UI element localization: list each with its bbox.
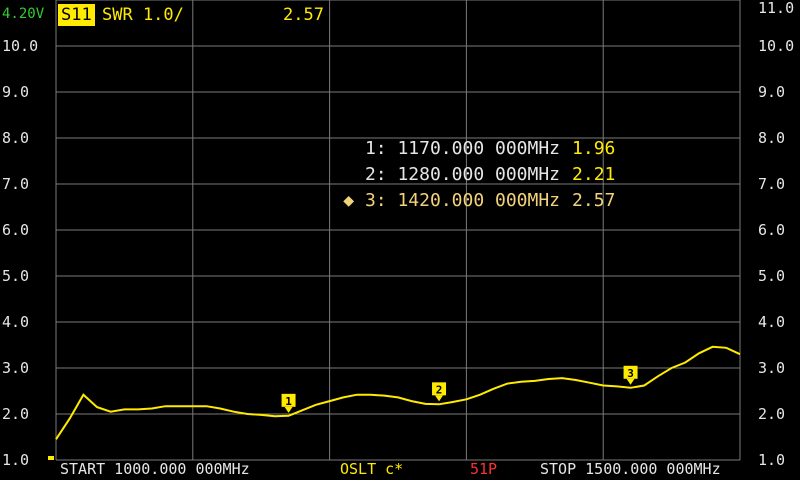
y-tick-left: 2.0: [2, 405, 30, 423]
swr-plot: 1 2 3: [48, 0, 741, 461]
marker-row[interactable]: 2: 1280.000 000MHz 2.21: [240, 142, 615, 185]
y-tick-right: 2.0: [758, 405, 786, 423]
reference-level-marker: [48, 456, 54, 460]
y-tick-right: 8.0: [758, 129, 786, 147]
y-tick-left: 8.0: [2, 129, 30, 147]
y-tick-left: 10.0: [2, 37, 39, 55]
trace-format-label: SWR 1.0/: [102, 5, 184, 25]
sweep-points: 51P: [470, 460, 498, 478]
trace-marker-2[interactable]: 2: [432, 382, 447, 402]
marker-frequency: ◆ 3: 1420.000 000MHz: [343, 190, 561, 211]
marker-row-active[interactable]: ◆ 3: 1420.000 000MHz 2.57: [240, 168, 615, 211]
y-tick-left: 6.0: [2, 221, 30, 239]
y-tick-left: 4.0: [2, 313, 30, 331]
y-tick-left: 7.0: [2, 175, 30, 193]
y-tick-right: 7.0: [758, 175, 786, 193]
y-tick-right: 4.0: [758, 313, 786, 331]
marker-number: 2: [436, 383, 443, 396]
y-tick-right: 11.0: [758, 0, 795, 17]
vna-screen: 1 2 3 4.20V S11 SWR 1.0/ 2.57 10.0 9.0 8.0…: [0, 0, 800, 480]
y-tick-right: 3.0: [758, 359, 786, 377]
y-tick-right: 10.0: [758, 37, 795, 55]
calibration-status: OSLT c*: [340, 460, 404, 478]
trace-marker-3[interactable]: 3: [623, 365, 638, 385]
y-tick-left: 5.0: [2, 267, 30, 285]
y-tick-right: 5.0: [758, 267, 786, 285]
y-tick-right: 9.0: [758, 83, 786, 101]
marker-row[interactable]: 1: 1170.000 000MHz 1.96: [240, 116, 615, 159]
y-tick-right: 1.0: [758, 451, 786, 469]
trace-marker-1[interactable]: 1: [281, 393, 296, 413]
marker-number: 1: [285, 395, 292, 408]
swr-trace-line: [55, 345, 741, 440]
y-tick-left: 9.0: [2, 83, 30, 101]
y-tick-left: 1.0: [2, 451, 30, 469]
trace-current-value: 2.57: [283, 5, 324, 25]
start-frequency[interactable]: START 1000.000 000MHz: [60, 461, 250, 477]
marker-number: 3: [627, 367, 634, 380]
marker-swr-value: 2.57: [572, 190, 616, 211]
y-tick-left: 3.0: [2, 359, 30, 377]
stop-frequency[interactable]: STOP 1500.000 000MHz: [540, 461, 721, 477]
y-tick-right: 6.0: [758, 221, 786, 239]
trace-channel-badge[interactable]: S11: [58, 4, 95, 26]
battery-voltage: 4.20V: [2, 6, 45, 22]
